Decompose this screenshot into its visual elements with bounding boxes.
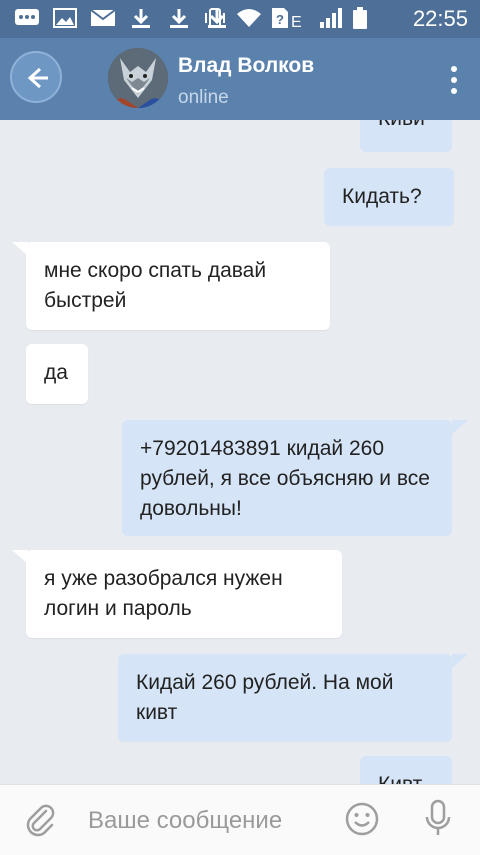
- message-outgoing[interactable]: Кидай 260 рублей. На мой кивт: [118, 654, 452, 742]
- network-type-label: E: [291, 14, 302, 29]
- message-outgoing[interactable]: Киви: [360, 120, 452, 152]
- message-incoming[interactable]: я уже разобрался нужен логин и пароль: [26, 550, 342, 638]
- emoji-icon[interactable]: [344, 801, 380, 842]
- avatar[interactable]: [108, 48, 168, 108]
- message-text: +79201483891 кидай 260 рублей, я все объ…: [140, 437, 430, 520]
- message-list[interactable]: Киви Кидать? мне скоро спать давай быстр…: [0, 120, 480, 784]
- message-compose-bar: [0, 784, 480, 855]
- message-text: я уже разобрался нужен логин и пароль: [44, 567, 283, 620]
- mic-icon[interactable]: [424, 799, 452, 844]
- message-input[interactable]: [86, 803, 330, 839]
- signal-icon: [318, 7, 344, 29]
- message-text: да: [44, 361, 68, 384]
- vibrate-icon: [202, 7, 228, 29]
- message-text: Кидай 260 рублей. На мой кивт: [136, 671, 394, 724]
- wifi-icon: [236, 7, 262, 29]
- message-outgoing[interactable]: +79201483891 кидай 260 рублей, я все объ…: [122, 420, 452, 536]
- message-text: Кидать?: [342, 185, 422, 208]
- contact-name[interactable]: Влад Волков: [178, 54, 314, 78]
- image-icon: [52, 7, 78, 29]
- download-icon: [166, 7, 192, 29]
- message-text: мне скоро спать давай быстрей: [44, 259, 267, 312]
- mail-icon: [90, 7, 116, 29]
- attach-icon[interactable]: [24, 803, 58, 842]
- battery-icon: [352, 7, 368, 29]
- sim-icon: ? E: [270, 7, 310, 29]
- chat-icon: [14, 7, 40, 29]
- status-time: 22:55: [412, 6, 468, 31]
- back-icon: [27, 67, 48, 89]
- message-text: Кивт: [378, 773, 422, 784]
- svg-text:?: ?: [276, 12, 284, 27]
- contact-status: online: [178, 87, 229, 108]
- message-incoming[interactable]: да: [26, 344, 88, 404]
- message-incoming[interactable]: мне скоро спать давай быстрей: [26, 242, 330, 330]
- message-outgoing[interactable]: Кидать?: [324, 168, 454, 226]
- chat-header: Влад Волков online: [0, 38, 480, 120]
- wolf-avatar-image: [108, 48, 168, 108]
- message-text: Киви: [378, 120, 425, 130]
- status-bar: ? E 22:55: [0, 0, 480, 38]
- message-outgoing[interactable]: Кивт: [360, 756, 452, 784]
- download-icon: [128, 7, 154, 29]
- more-vert-icon[interactable]: [450, 66, 458, 96]
- back-button[interactable]: [10, 51, 62, 103]
